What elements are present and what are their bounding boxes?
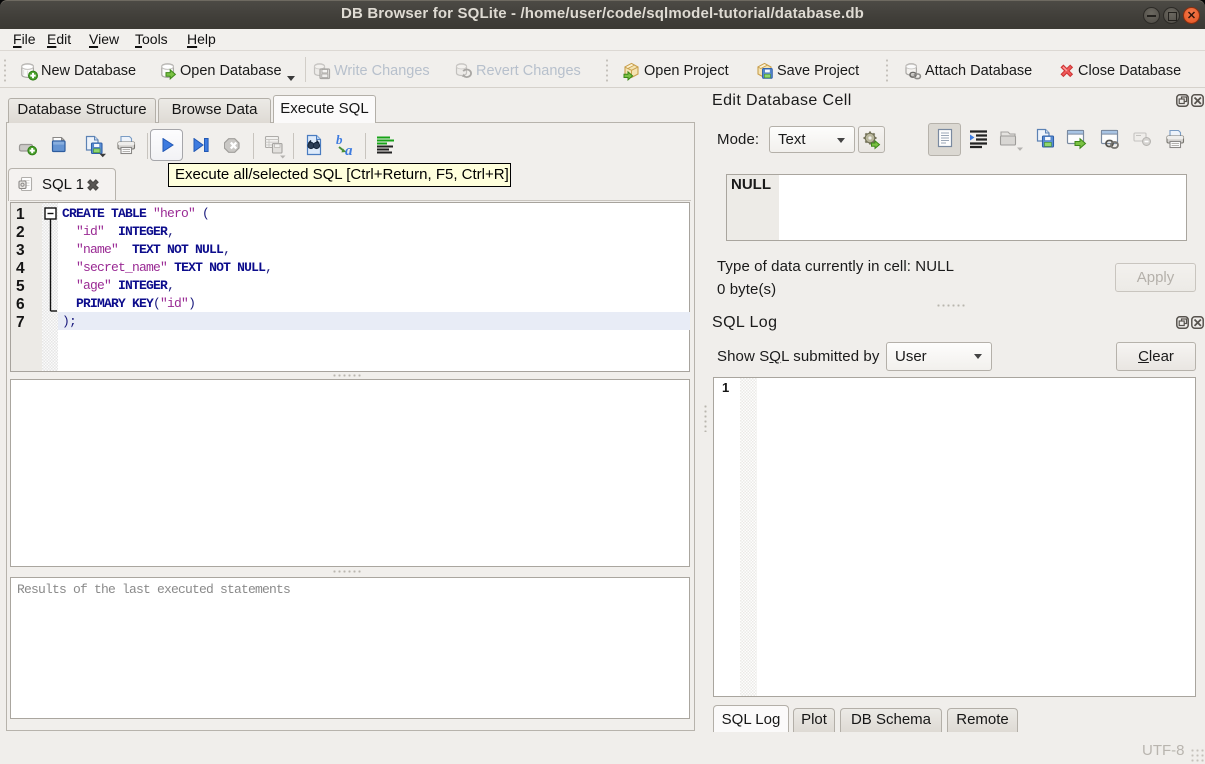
svg-text:a: a <box>345 143 353 158</box>
svg-text:b: b <box>336 133 343 147</box>
